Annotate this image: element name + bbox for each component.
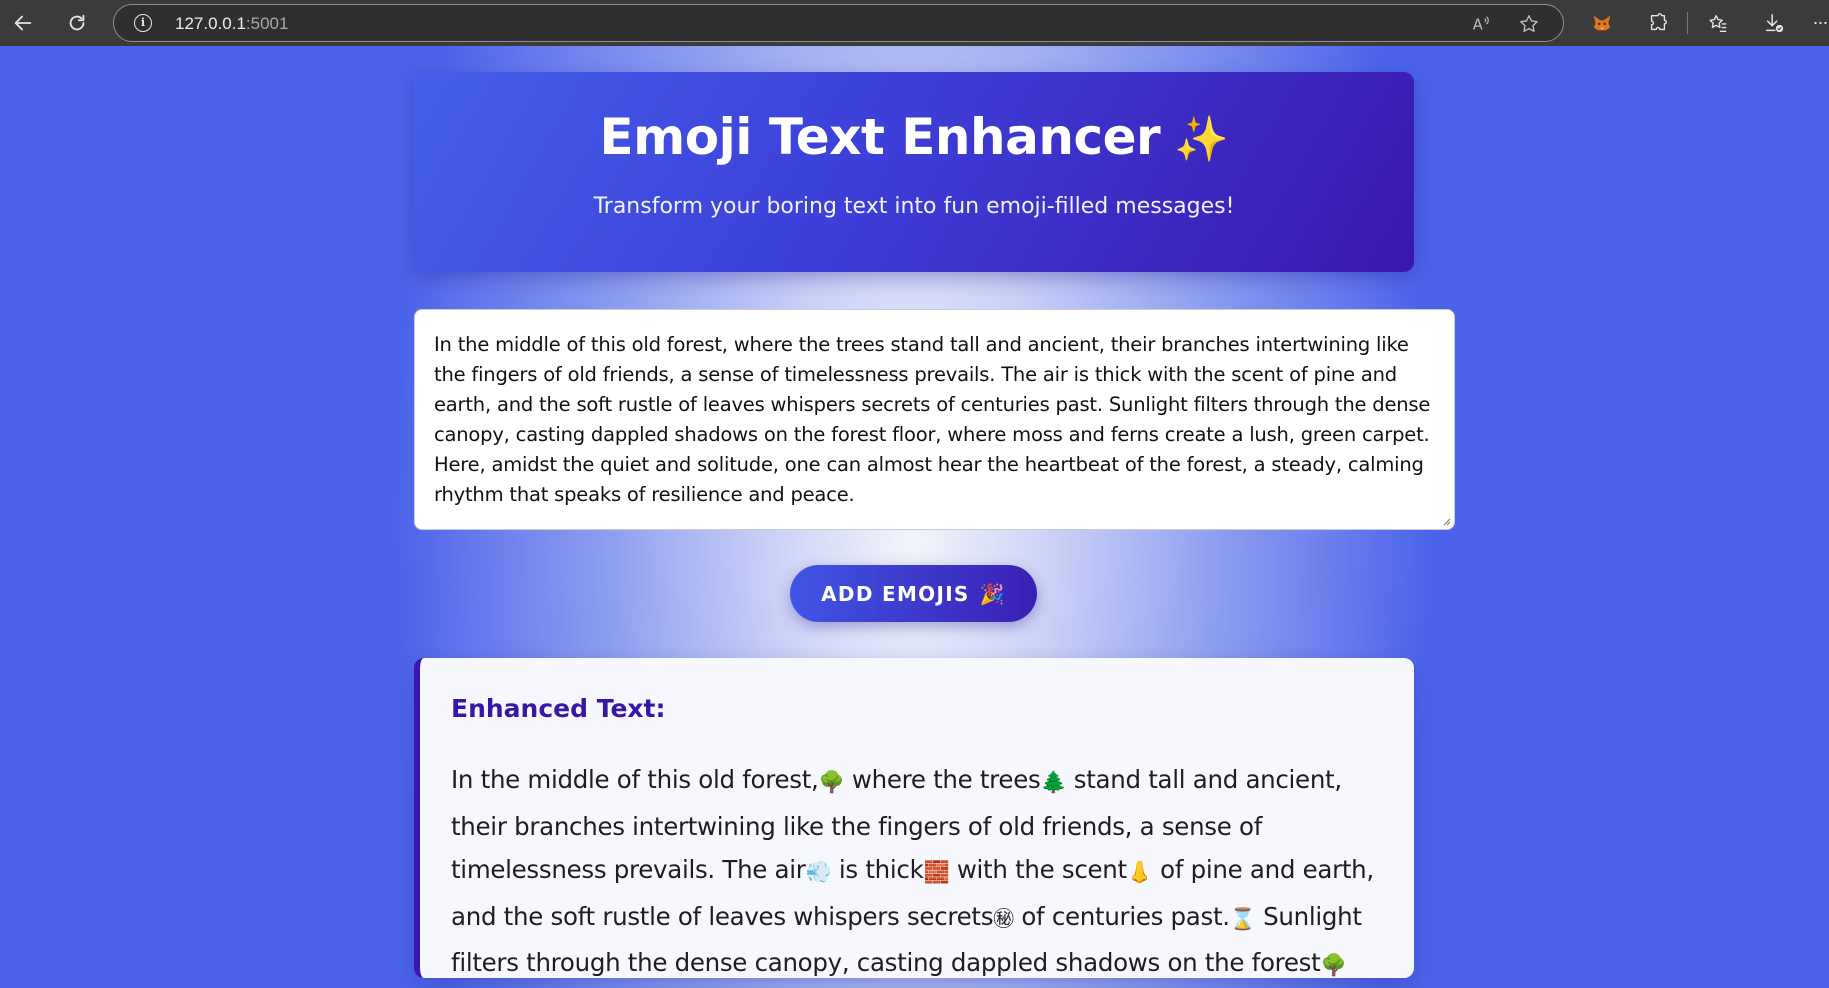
extensions-puzzle-icon[interactable] — [1645, 10, 1671, 36]
text-input[interactable]: In the middle of this old forest, where … — [414, 309, 1455, 530]
address-bar[interactable]: i 127.0.0.1:5001 A — [113, 4, 1564, 42]
result-text-segment: with the scent — [949, 855, 1127, 884]
deciduous-tree-icon: 🌳 — [1320, 953, 1347, 977]
favorites-collection-icon[interactable] — [1705, 10, 1731, 36]
hourglass-icon: ⌛ — [1229, 906, 1256, 931]
downloads-icon[interactable] — [1761, 10, 1787, 36]
add-emojis-label: ADD EMOJIS — [821, 581, 970, 606]
enhanced-heading: Enhanced Text: — [451, 694, 666, 723]
app-header: Emoji Text Enhancer ✨ Transform your bori… — [414, 72, 1414, 272]
more-menu-icon[interactable] — [1812, 10, 1829, 36]
sparkles-icon: ✨ — [1174, 114, 1229, 165]
address-url: 127.0.0.1:5001 — [175, 14, 289, 33]
favorite-star-icon[interactable] — [1518, 13, 1540, 35]
result-text-segment: of centuries past. — [1013, 901, 1230, 931]
result-text-segment: is thick — [831, 855, 924, 884]
app-title: Emoji Text Enhancer ✨ — [599, 108, 1229, 166]
wind-face-icon: 💨 — [805, 860, 832, 884]
app-subtitle: Transform your boring text into fun emoj… — [593, 194, 1235, 219]
party-popper-icon: 🎉 — [979, 581, 1006, 606]
nose-icon: 👃 — [1126, 860, 1153, 884]
secret-ideograph-icon: ㊙ — [993, 906, 1014, 931]
enhanced-result-card: Enhanced Text: In the middle of this old… — [414, 658, 1414, 978]
resize-handle-icon[interactable] — [1441, 516, 1451, 526]
svg-text:A: A — [1473, 17, 1483, 34]
evergreen-tree-icon: 🌲 — [1040, 770, 1067, 794]
text-input-value[interactable]: In the middle of this old forest, where … — [434, 330, 1440, 510]
back-arrow-icon[interactable] — [8, 8, 38, 38]
read-aloud-icon[interactable]: A — [1470, 13, 1492, 35]
reload-icon[interactable] — [62, 8, 92, 38]
metamask-fox-icon[interactable] — [1589, 10, 1615, 36]
brick-icon: 🧱 — [923, 860, 950, 884]
site-info-icon[interactable]: i — [134, 14, 152, 32]
toolbar-divider — [1687, 12, 1688, 34]
deciduous-tree-icon: 🌳 — [818, 770, 845, 794]
add-emojis-button[interactable]: ADD EMOJIS 🎉 — [790, 565, 1037, 622]
result-text-segment: where the trees — [844, 765, 1041, 794]
enhanced-text: In the middle of this old forest,🌳 where… — [451, 758, 1381, 988]
browser-toolbar: i 127.0.0.1:5001 A — [0, 0, 1829, 46]
result-text-segment: In the middle of this old forest, — [451, 765, 819, 794]
